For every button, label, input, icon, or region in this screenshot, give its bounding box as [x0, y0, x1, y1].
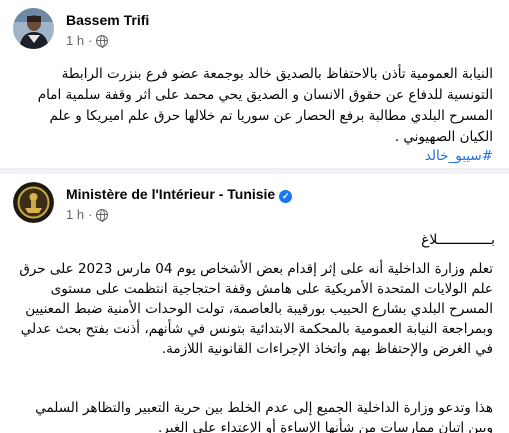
author-name[interactable]: Ministère de l'Intérieur - Tunisie: [66, 186, 275, 202]
globe-icon: [96, 208, 109, 222]
separator-dot: ·: [88, 33, 93, 48]
verified-badge-icon: ✓: [279, 190, 293, 203]
post-time[interactable]: 1 h: [66, 207, 84, 222]
post-meta: 1 h ·: [66, 207, 109, 222]
post-card: Ministère de l'Intérieur - Tunisie ✓ 1 h …: [0, 174, 509, 433]
post-text: تعلم وزارة الداخلية أنه على إثر إقدام بع…: [19, 261, 493, 357]
post-text-continued: هذا وتدعو وزارة الداخلية الجميع إلى عدم …: [35, 400, 493, 433]
post-time[interactable]: 1 h: [66, 33, 84, 48]
ministry-logo[interactable]: [13, 182, 54, 223]
post-author[interactable]: Bassem Trifi: [66, 12, 149, 28]
separator-dot: ·: [88, 207, 93, 222]
post-card: Bassem Trifi 1 h · النيابة العمومية تأذن…: [0, 0, 509, 168]
avatar[interactable]: [13, 8, 54, 49]
globe-icon: [96, 34, 109, 48]
hashtag-link[interactable]: #سيبو_خالد: [425, 148, 493, 164]
post-meta: 1 h ·: [66, 33, 109, 48]
post-text: النيابة العمومية تأذن بالاحتفاظ بالصديق …: [37, 66, 493, 145]
announcement-heading: بـــــــــــــلاغ: [421, 232, 495, 248]
post-author[interactable]: Ministère de l'Intérieur - Tunisie ✓: [66, 186, 293, 203]
